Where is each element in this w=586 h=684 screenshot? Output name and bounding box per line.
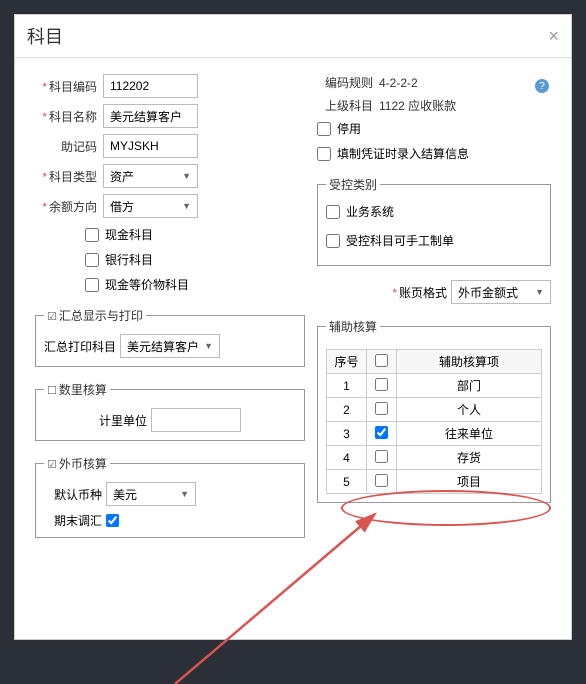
acct-fmt-label: 账页格式 [392,284,447,301]
default-ccy-label: 默认币种 [54,486,102,503]
balance-dir-label: 余额方向 [35,198,103,215]
equiv-checkbox[interactable] [85,278,99,292]
chevron-down-icon: ▼ [182,171,191,181]
parent-label: 上级科目 [317,97,373,114]
balance-dir-select[interactable]: 借方▼ [103,194,198,218]
dialog-title: 科目 [27,23,63,49]
qty-fieldset: 数里核算 计里单位 [35,381,305,441]
table-row[interactable]: 2个人 [327,398,542,422]
chevron-down-icon: ▼ [182,201,191,211]
code-input[interactable] [103,74,198,98]
print-subject-label: 汇总打印科目 [44,338,116,355]
aux-row-checkbox[interactable] [375,474,388,487]
aux-legend: 辅助核算 [326,318,380,335]
voucher-checkbox[interactable] [317,147,331,161]
equiv-label: 现金等价物科目 [105,276,189,293]
aux-table: 序号 辅助核算项 1部门2个人3往来单位4存货5项目 [326,349,542,494]
table-row[interactable]: 3往来单位 [327,422,542,446]
chevron-down-icon: ▼ [180,489,189,499]
type-label: 科目类型 [35,168,103,185]
aux-row-checkbox[interactable] [375,378,388,391]
ctrl-legend: 受控类别 [326,176,380,193]
bank-checkbox[interactable] [85,253,99,267]
aux-chk-all[interactable] [375,354,388,367]
unit-input[interactable] [151,408,241,432]
fx-fieldset: 外币核算 默认币种 美元▼ 期末调汇 [35,455,305,538]
qty-legend[interactable]: 数里核算 [44,381,110,398]
manual-label: 受控科目可手工制单 [346,232,454,249]
annotation-ellipse [341,490,551,526]
summary-legend[interactable]: 汇总显示与打印 [44,307,146,324]
close-icon[interactable]: × [548,26,559,47]
aux-th-chk [367,350,397,374]
name-input[interactable] [103,104,198,128]
cash-label: 现金科目 [105,226,153,243]
aux-row-checkbox[interactable] [375,426,388,439]
aux-row-checkbox[interactable] [375,450,388,463]
aux-th-seq: 序号 [327,350,367,374]
disable-label: 停用 [337,120,361,137]
voucher-label: 填制凭证时录入结算信息 [337,145,469,162]
biz-checkbox[interactable] [326,205,340,219]
bank-label: 银行科目 [105,251,153,268]
table-row[interactable]: 1部门 [327,374,542,398]
biz-label: 业务系统 [346,203,394,220]
period-adjust-checkbox[interactable] [106,514,119,527]
default-ccy-select[interactable]: 美元▼ [106,482,196,506]
parent-value: 1122 应收账款 [379,97,456,114]
chevron-down-icon: ▼ [535,287,544,297]
name-label: 科目名称 [35,108,103,125]
print-subject-select[interactable]: 美元结算客户▼ [120,334,220,358]
summary-fieldset: 汇总显示与打印 汇总打印科目 美元结算客户▼ [35,307,305,367]
acct-fmt-select[interactable]: 外币金额式▼ [451,280,551,304]
aux-row-checkbox[interactable] [375,402,388,415]
manual-checkbox[interactable] [326,234,340,248]
cash-checkbox[interactable] [85,228,99,242]
mnemonic-label: 助记码 [35,138,103,155]
unit-label: 计里单位 [99,412,147,429]
fx-legend[interactable]: 外币核算 [44,455,110,472]
aux-fieldset: 辅助核算 序号 辅助核算项 1部门2个人3往来单位4存货5项目 [317,318,551,503]
rule-value: 4-2-2-2 [379,76,418,90]
ctrl-fieldset: 受控类别 业务系统 受控科目可手工制单 [317,176,551,266]
rule-label: 编码规则 [317,74,373,91]
mnemonic-input[interactable] [103,134,198,158]
disable-checkbox[interactable] [317,122,331,136]
period-adjust-label: 期末调汇 [54,512,102,529]
aux-th-item: 辅助核算项 [397,350,542,374]
table-row[interactable]: 4存货 [327,446,542,470]
type-select[interactable]: 资产▼ [103,164,198,188]
chevron-down-icon: ▼ [204,341,213,351]
code-label: 科目编码 [35,78,103,95]
